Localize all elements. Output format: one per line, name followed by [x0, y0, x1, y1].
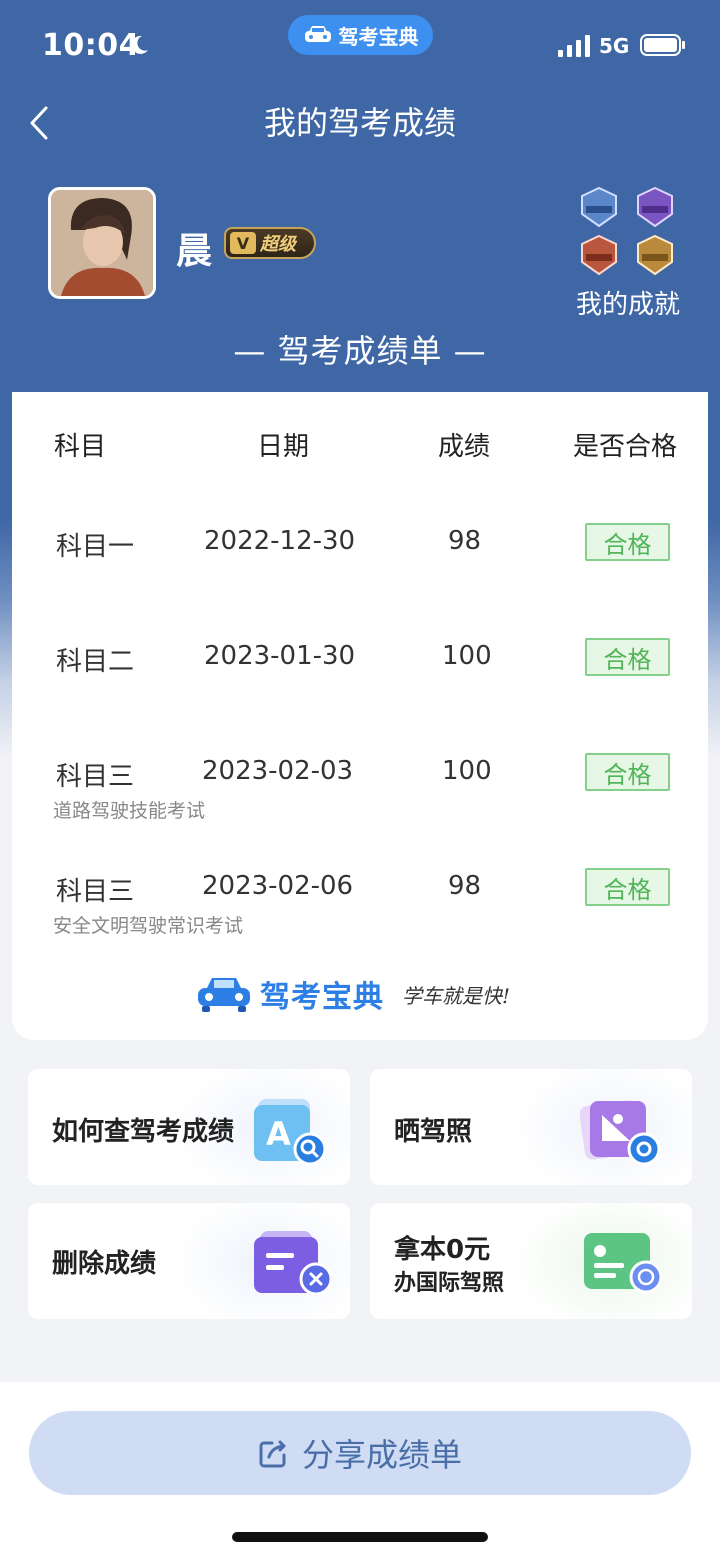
achievement-badge-icon	[637, 186, 673, 228]
app-pill-label: 驾考宝典	[338, 24, 419, 49]
status-time: 10:04	[42, 28, 140, 63]
achievements-label[interactable]: 我的成就	[560, 284, 696, 321]
tile-label: 晒驾照	[394, 1117, 473, 1147]
sheet-title: — 驾考成绩单 —	[233, 332, 487, 370]
pass-badge: 合格	[585, 753, 670, 791]
tile-label-line2: 办国际驾照	[394, 1271, 505, 1296]
license-globe-icon	[584, 1233, 662, 1294]
avatar-illustration	[51, 190, 153, 296]
row-note: 道路驾驶技能考试	[53, 800, 206, 822]
table-row: 科目二 2023-01-30 100 合格	[12, 638, 708, 701]
vip-letter: V	[230, 232, 256, 254]
share-license-tile[interactable]: 晒驾照	[370, 1069, 692, 1185]
avatar[interactable]	[48, 187, 156, 299]
header-subject: 科目	[54, 432, 107, 462]
pass-badge: 合格	[585, 638, 670, 676]
page-title: 我的驾考成绩	[263, 104, 456, 142]
share-icon	[259, 1440, 286, 1468]
share-report-button[interactable]: 分享成绩单	[29, 1411, 691, 1495]
moon-icon	[131, 35, 148, 54]
status-bar: 10:04 驾考宝典 5G	[0, 0, 720, 90]
brand-slogan: 学车就是快!	[402, 983, 511, 1008]
header-date: 日期	[257, 432, 310, 462]
achievement-badge-icon	[637, 234, 673, 276]
brand-car-icon	[198, 978, 250, 1012]
user-name: 晨	[176, 231, 213, 272]
row-score: 100	[442, 756, 492, 786]
achievement-badges[interactable]	[578, 186, 678, 278]
row-subject: 科目二	[56, 647, 135, 677]
row-date: 2023-01-30	[204, 641, 356, 671]
row-subject: 科目三	[56, 877, 135, 907]
achievement-badge-icon	[581, 186, 617, 228]
header-score: 成绩	[438, 432, 491, 462]
pass-badge: 合格	[585, 868, 670, 906]
header-pass: 是否合格	[573, 432, 678, 462]
tile-label-line1: 拿本0元	[394, 1235, 491, 1265]
row-subject: 科目三	[56, 762, 135, 792]
tile-label: 如何查驾考成绩	[52, 1117, 235, 1147]
how-to-query-tile[interactable]: 如何查驾考成绩 A	[28, 1069, 350, 1185]
document-search-icon: A	[254, 1099, 327, 1166]
battery-icon	[640, 34, 685, 56]
photo-share-icon	[580, 1100, 660, 1166]
svg-text:A: A	[266, 1115, 291, 1153]
brand-name: 驾考宝典	[260, 980, 384, 1015]
brand-footer: 驾考宝典 学车就是快!	[196, 972, 536, 1016]
row-score: 98	[448, 871, 482, 901]
table-row: 科目三 2023-02-06 98 合格 安全文明驾驶常识考试	[12, 868, 708, 937]
signal-icon	[558, 35, 590, 57]
row-date: 2022-12-30	[204, 526, 356, 556]
row-score: 98	[448, 526, 482, 556]
delete-score-tile[interactable]: 删除成绩	[28, 1203, 350, 1319]
app-indicator-pill[interactable]: 驾考宝典	[288, 15, 433, 55]
international-license-tile[interactable]: 拿本0元 办国际驾照	[370, 1203, 692, 1319]
table-row: 科目三 2023-02-03 100 合格 道路驾驶技能考试	[12, 753, 708, 822]
row-note: 安全文明驾驶常识考试	[53, 915, 244, 937]
row-date: 2023-02-03	[202, 756, 354, 786]
car-icon	[304, 26, 331, 42]
row-subject: 科目一	[56, 532, 135, 562]
delete-record-icon	[254, 1231, 330, 1296]
home-indicator[interactable]	[232, 1532, 488, 1542]
network-type: 5G	[599, 34, 630, 58]
score-card: 科目 日期 成绩 是否合格 科目一 2022-12-30 98 合格 科目二 2…	[12, 392, 708, 1040]
vip-label: 超级	[260, 234, 296, 255]
vip-badge[interactable]: V 超级	[224, 227, 316, 259]
table-row: 科目一 2022-12-30 98 合格	[12, 523, 708, 586]
share-button-label: 分享成绩单	[301, 1436, 462, 1474]
row-score: 100	[442, 641, 492, 671]
row-date: 2023-02-06	[202, 871, 354, 901]
pass-badge: 合格	[585, 523, 670, 561]
achievement-badge-icon	[581, 234, 617, 276]
tile-label: 删除成绩	[52, 1249, 157, 1279]
